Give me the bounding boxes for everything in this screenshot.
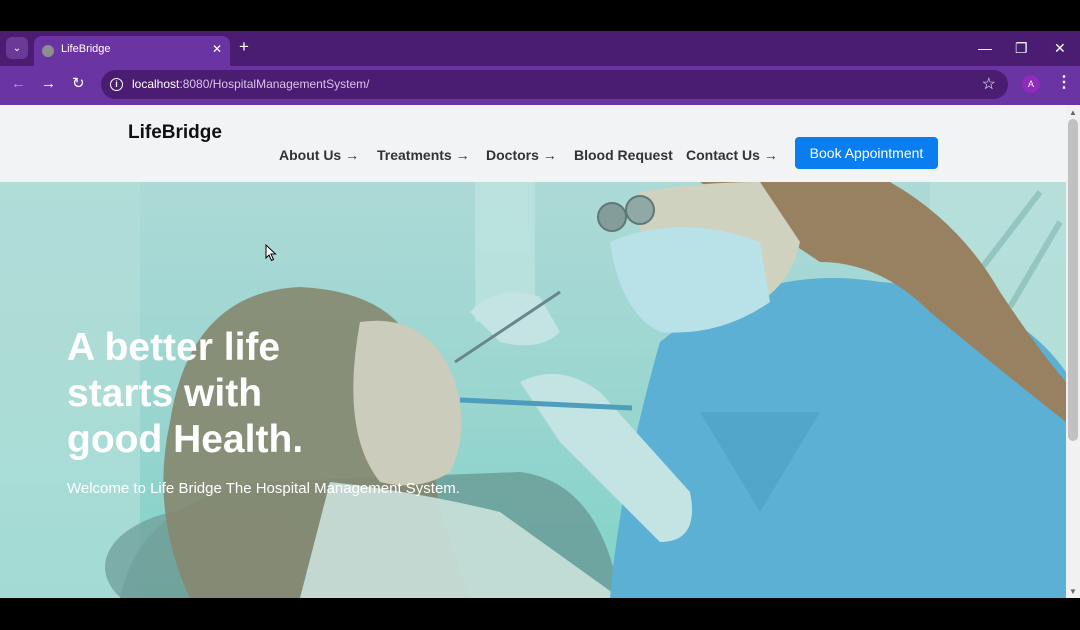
- minimize-icon[interactable]: —: [978, 38, 992, 58]
- back-icon[interactable]: ←: [11, 74, 26, 94]
- hero-subtitle: Welcome to Life Bridge The Hospital Mana…: [67, 480, 460, 497]
- nav-about-us[interactable]: About Us →: [279, 147, 359, 163]
- browser-tab-bar: ⌄ LifeBridge ✕ + — ❐ ✕: [0, 31, 1080, 66]
- site-header: LifeBridge About Us → Treatments → Docto…: [0, 105, 1066, 182]
- browser-tab[interactable]: LifeBridge ✕: [34, 36, 230, 66]
- bookmark-star-icon[interactable]: ☆: [982, 74, 996, 94]
- nav-blood-request[interactable]: Blood Request: [574, 147, 673, 163]
- book-appointment-button[interactable]: Book Appointment: [795, 137, 938, 169]
- browser-menu-icon[interactable]: ⋮: [1056, 73, 1072, 93]
- tab-close-icon[interactable]: ✕: [212, 42, 222, 56]
- hero-title-line: good Health.: [67, 418, 304, 461]
- profile-avatar[interactable]: A: [1022, 75, 1040, 93]
- nav-contact-us[interactable]: Contact Us →: [686, 147, 778, 163]
- hero-title: A better life starts with good Health.: [67, 325, 367, 463]
- url-host: localhost: [132, 77, 180, 91]
- site-logo[interactable]: LifeBridge: [128, 122, 222, 144]
- scroll-thumb[interactable]: [1068, 119, 1078, 441]
- mouse-cursor-icon: [265, 244, 277, 262]
- maximize-icon[interactable]: ❐: [1015, 38, 1028, 58]
- hero-title-line: A better life: [67, 326, 281, 369]
- hero-section: A better life starts with good Health. W…: [0, 182, 1066, 598]
- scroll-down-icon[interactable]: ▼: [1069, 587, 1077, 596]
- browser-toolbar: ← → ↻ i localhost:8080/HospitalManagemen…: [0, 66, 1080, 103]
- site-info-icon[interactable]: i: [110, 78, 123, 91]
- url-text[interactable]: localhost:8080/HospitalManagementSystem/: [132, 77, 369, 91]
- nav-doctors[interactable]: Doctors →: [486, 147, 557, 163]
- forward-icon[interactable]: →: [41, 74, 56, 94]
- address-bar[interactable]: i localhost:8080/HospitalManagementSyste…: [101, 70, 1008, 99]
- screen-top-border: [0, 0, 1080, 31]
- tab-title: LifeBridge: [61, 43, 111, 55]
- close-window-icon[interactable]: ✕: [1054, 38, 1066, 58]
- hero-title-line: starts with: [67, 372, 263, 415]
- nav-treatments[interactable]: Treatments →: [377, 147, 470, 163]
- tab-search-icon[interactable]: ⌄: [6, 37, 28, 59]
- favicon-icon: [42, 45, 54, 57]
- page-scrollbar[interactable]: ▲ ▼: [1066, 105, 1080, 598]
- url-path: :8080/HospitalManagementSystem/: [179, 77, 370, 91]
- new-tab-icon[interactable]: +: [239, 37, 249, 57]
- reload-icon[interactable]: ↻: [72, 74, 85, 94]
- page-viewport: LifeBridge About Us → Treatments → Docto…: [0, 105, 1066, 598]
- screen-bottom-border: [0, 598, 1080, 630]
- scroll-up-icon[interactable]: ▲: [1069, 108, 1077, 117]
